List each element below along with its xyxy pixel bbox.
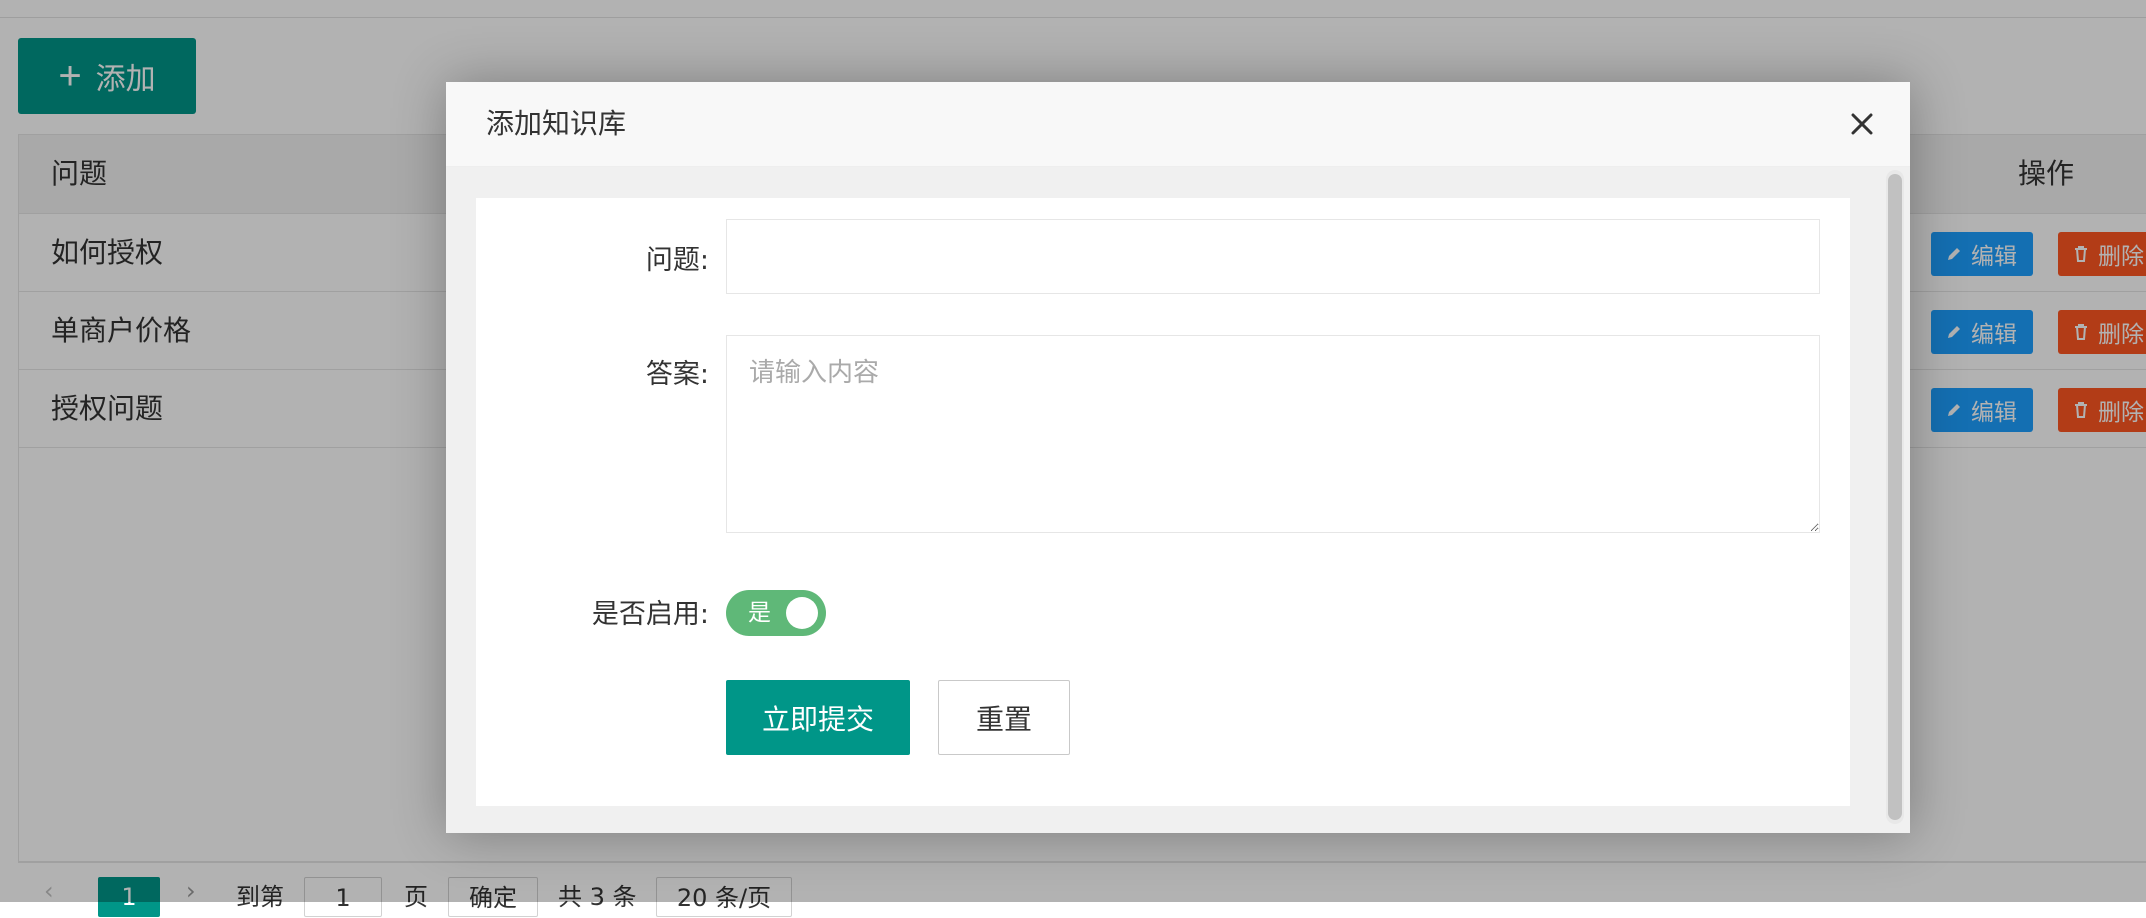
switch-text: 是 <box>748 600 771 626</box>
add-knowledge-dialog: 添加知识库 问题: 答案: 是否启用: 是 立即提交 重置 <box>446 82 1910 833</box>
dialog-title: 添加知识库 <box>486 107 627 140</box>
dialog-form: 问题: 答案: 是否启用: 是 立即提交 重置 <box>476 198 1850 806</box>
question-label: 问题: <box>645 245 709 276</box>
reset-button[interactable]: 重置 <box>938 680 1070 755</box>
enabled-switch[interactable]: 是 <box>726 590 826 636</box>
answer-textarea[interactable] <box>726 335 1820 533</box>
switch-knob <box>786 597 818 629</box>
answer-label: 答案: <box>645 359 709 390</box>
dialog-scrollbar[interactable] <box>1886 170 1904 824</box>
scrollbar-thumb[interactable] <box>1888 174 1902 820</box>
question-input[interactable] <box>726 219 1820 294</box>
dialog-header: 添加知识库 <box>446 82 1910 167</box>
close-icon[interactable] <box>1844 106 1880 142</box>
submit-button[interactable]: 立即提交 <box>726 680 910 755</box>
enabled-label: 是否启用: <box>591 599 709 630</box>
